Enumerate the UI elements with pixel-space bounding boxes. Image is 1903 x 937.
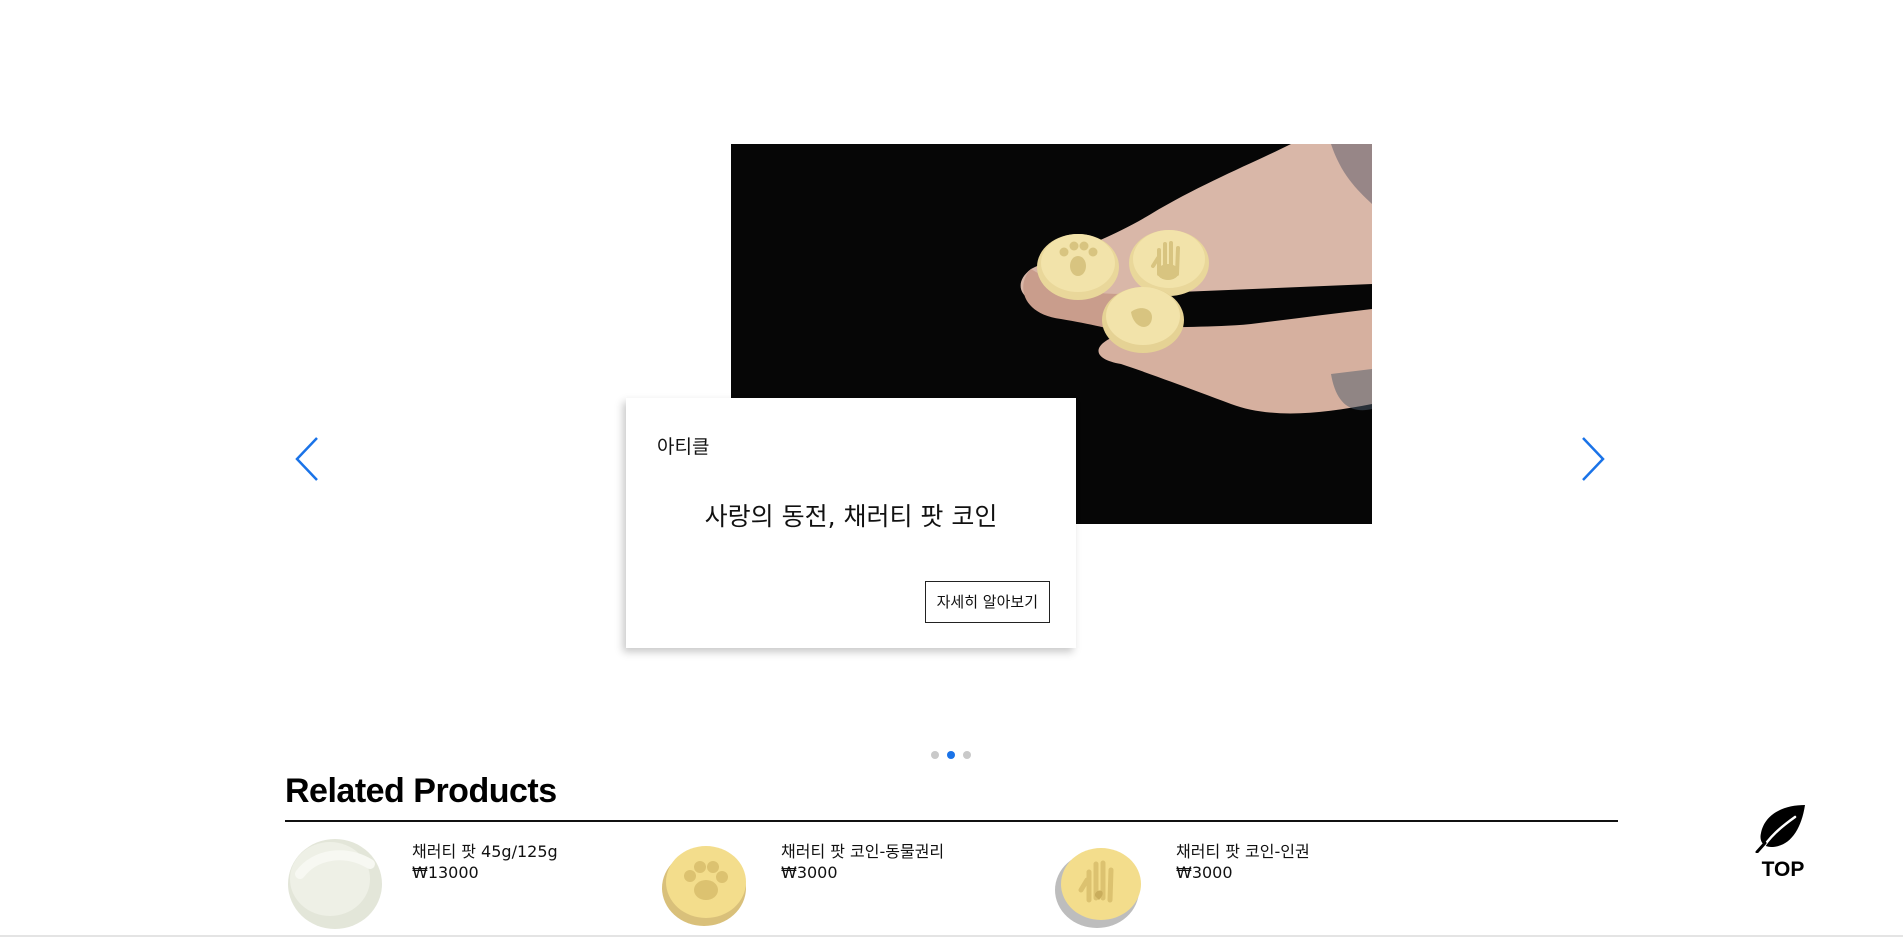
related-products-list: 채러티 팟 45g/125g ₩13000 채러티 팟 코인-동물권리 ₩300… [285, 822, 1618, 937]
carousel-dot[interactable] [963, 751, 971, 759]
article-title: 사랑의 동전, 채러티 팟 코인 [704, 502, 998, 531]
carousel-dot[interactable] [931, 751, 939, 759]
related-products-title: Related Products [285, 772, 557, 810]
product-name: 채러티 팟 코인-인권 [1176, 842, 1310, 861]
article-category: 아티클 [657, 436, 710, 458]
product-name: 채러티 팟 45g/125g [412, 842, 558, 861]
product-thumbnail [1055, 848, 1141, 928]
product-thumbnail [288, 839, 382, 929]
previous-slide-button[interactable] [292, 436, 328, 482]
chevron-left-icon [295, 437, 318, 481]
top-label: TOP [1761, 858, 1805, 881]
next-slide-button[interactable] [1575, 436, 1611, 482]
product-thumbnail [662, 846, 746, 926]
product-price: ₩3000 [1176, 863, 1233, 882]
product-price: ₩3000 [781, 863, 838, 882]
page: 아티클 사랑의 동전, 채러티 팟 코인 자세히 알아보기 Related Pr… [0, 0, 1903, 937]
carousel-pagination [931, 751, 971, 759]
leaf-icon [1755, 805, 1805, 853]
related-products: Related Products 채러티 팟 45g/125g ₩13000 채… [285, 770, 1618, 937]
article-card: 아티클 사랑의 동전, 채러티 팟 코인 자세히 알아보기 [626, 398, 1076, 648]
learn-more-button[interactable]: 자세히 알아보기 [924, 581, 1050, 623]
carousel-dot-active[interactable] [947, 751, 955, 759]
product-price: ₩13000 [412, 863, 479, 882]
article-carousel: 아티클 사랑의 동전, 채러티 팟 코인 자세히 알아보기 [0, 0, 1903, 760]
chevron-right-icon [1582, 437, 1605, 481]
scroll-to-top-button[interactable]: TOP [1755, 803, 1811, 887]
product-name: 채러티 팟 코인-동물권리 [781, 842, 945, 861]
